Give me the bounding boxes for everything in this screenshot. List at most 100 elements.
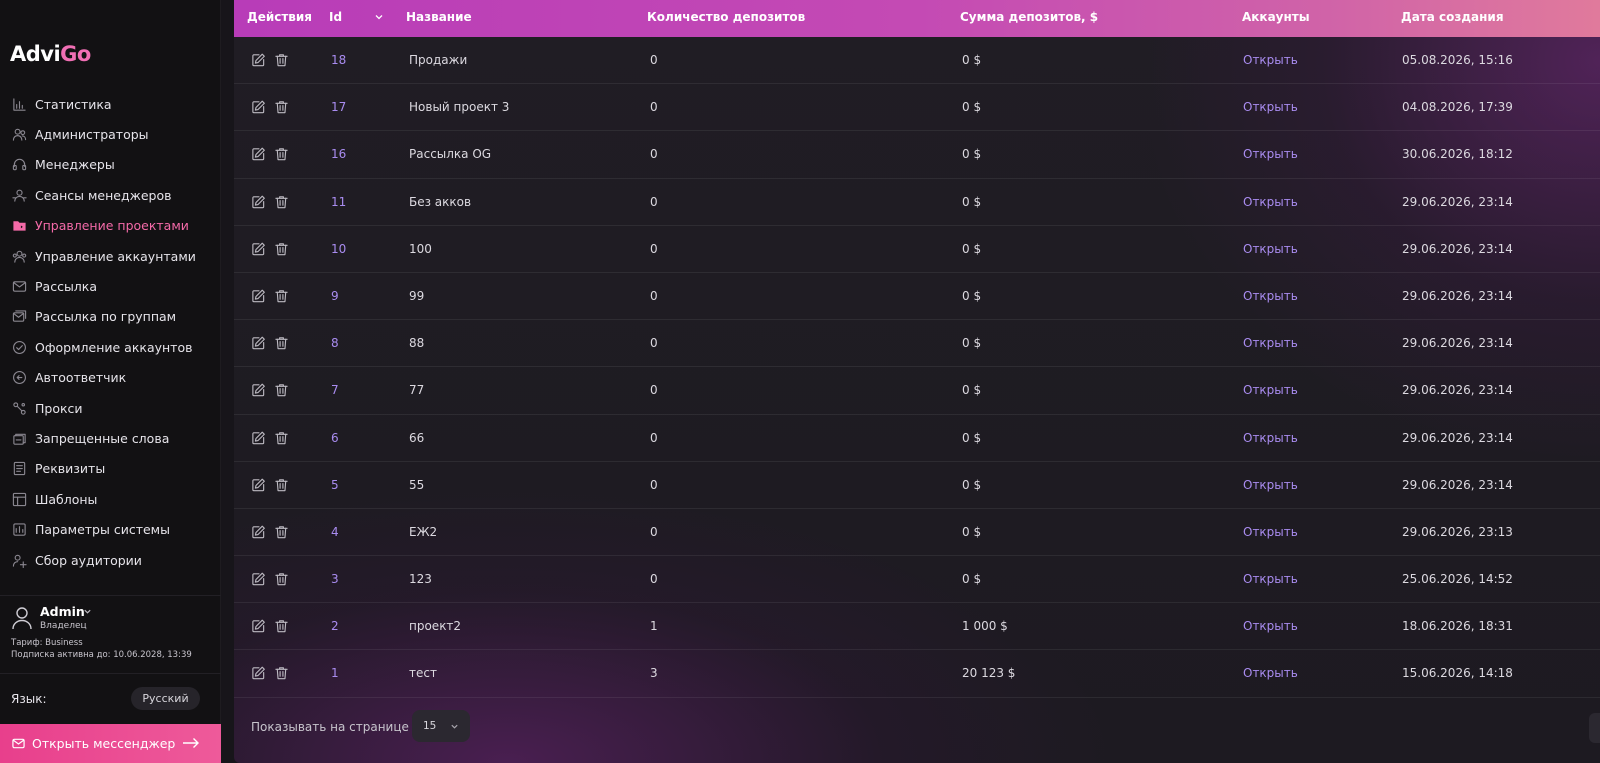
trash-icon[interactable]	[274, 194, 289, 210]
tariff-text: Тариф: Business	[11, 638, 83, 648]
sidebar-item-projects[interactable]: Управление проектами	[0, 211, 221, 241]
trash-icon[interactable]	[274, 335, 289, 351]
header-name[interactable]: Название	[406, 0, 472, 37]
open-accounts-link[interactable]: Открыть	[1243, 37, 1298, 83]
cell-id[interactable]: 5	[331, 462, 339, 508]
edit-icon[interactable]	[251, 665, 266, 681]
sort-chevron-down-icon[interactable]	[374, 12, 384, 22]
sidebar-item-sessions[interactable]: Сеансы менеджеров	[0, 180, 221, 210]
user-name[interactable]: Admin	[40, 604, 85, 619]
cell-id[interactable]: 6	[331, 415, 339, 461]
edit-icon[interactable]	[251, 146, 266, 162]
edit-icon[interactable]	[251, 524, 266, 540]
cell-id[interactable]: 1	[331, 650, 339, 696]
open-accounts-link[interactable]: Открыть	[1243, 226, 1298, 272]
open-accounts-link[interactable]: Открыть	[1243, 179, 1298, 225]
edit-icon[interactable]	[251, 241, 266, 257]
cell-created: 05.08.2026, 15:16	[1402, 53, 1513, 67]
page-size-select[interactable]: 15	[412, 710, 470, 742]
language-select[interactable]: Русский	[131, 687, 200, 710]
cell-id[interactable]: 4	[331, 509, 339, 555]
table-row: 6 66 0 0 $ Открыть 29.06.2026, 23:14	[234, 415, 1600, 462]
sidebar-item-chart[interactable]: Статистика	[0, 89, 221, 119]
cell-created: 29.06.2026, 23:14	[1402, 430, 1513, 445]
sidebar-item-accounts[interactable]: Управление аккаунтами	[0, 241, 221, 271]
cell-id[interactable]: 9	[331, 273, 339, 319]
edit-icon[interactable]	[251, 99, 266, 115]
cell-deposit-count: 1	[650, 619, 658, 634]
sidebar-item-headset[interactable]: Менеджеры	[0, 150, 221, 180]
sidebar-item-admins[interactable]: Администраторы	[0, 119, 221, 149]
cell-created: 25.06.2026, 14:52	[1402, 572, 1513, 587]
sidebar-item-settings[interactable]: Параметры системы	[0, 514, 221, 544]
edit-icon[interactable]	[251, 335, 266, 351]
edit-icon[interactable]	[251, 382, 266, 398]
sidebar-item-mailing[interactable]: Рассылка	[0, 271, 221, 301]
trash-icon[interactable]	[274, 52, 289, 68]
trash-icon[interactable]	[274, 430, 289, 446]
sidebar-item-forbidden-words[interactable]: Запрещенные слова	[0, 423, 221, 453]
open-accounts-link[interactable]: Открыть	[1243, 84, 1298, 130]
sidebar-item-label: Оформление аккаунтов	[35, 339, 193, 355]
open-accounts-link[interactable]: Открыть	[1243, 603, 1298, 649]
cell-deposit-count: 0	[650, 430, 658, 445]
open-accounts-link[interactable]: Открыть	[1243, 367, 1298, 413]
open-accounts-link[interactable]: Открыть	[1243, 462, 1298, 508]
open-accounts-link[interactable]: Открыть	[1243, 131, 1298, 177]
cell-created: 29.06.2026, 23:14	[1402, 336, 1513, 351]
trash-icon[interactable]	[274, 665, 289, 681]
open-accounts-link[interactable]: Открыть	[1243, 320, 1298, 366]
sidebar-item-audience[interactable]: Сбор аудитории	[0, 545, 221, 575]
user-avatar-icon[interactable]	[11, 606, 33, 630]
sidebar-item-group-mailing[interactable]: Рассылка по группам	[0, 302, 221, 332]
edit-icon[interactable]	[251, 477, 266, 493]
cell-id[interactable]: 2	[331, 603, 339, 649]
open-accounts-link[interactable]: Открыть	[1243, 650, 1298, 696]
trash-icon[interactable]	[274, 288, 289, 304]
open-messenger-button[interactable]: Открыть мессенджер	[0, 724, 221, 763]
sidebar-item-requisites[interactable]: Реквизиты	[0, 454, 221, 484]
cell-id[interactable]: 11	[331, 179, 346, 225]
cell-id[interactable]: 18	[331, 37, 346, 83]
chevron-down-icon[interactable]	[83, 607, 92, 616]
edit-icon[interactable]	[251, 430, 266, 446]
language-row: Язык: Русский	[0, 675, 221, 722]
cell-id[interactable]: 3	[331, 556, 339, 602]
table-row: 9 99 0 0 $ Открыть 29.06.2026, 23:14	[234, 273, 1600, 321]
open-accounts-link[interactable]: Открыть	[1243, 509, 1298, 555]
cell-id[interactable]: 7	[331, 367, 339, 413]
edit-icon[interactable]	[251, 618, 266, 634]
open-accounts-link[interactable]: Открыть	[1243, 273, 1298, 319]
edit-icon[interactable]	[251, 571, 266, 587]
trash-icon[interactable]	[274, 477, 289, 493]
edit-icon[interactable]	[251, 52, 266, 68]
edit-icon[interactable]	[251, 288, 266, 304]
cell-id[interactable]: 17	[331, 84, 346, 130]
cell-id[interactable]: 16	[331, 131, 346, 177]
cell-name: 99	[409, 288, 425, 303]
sidebar-item-autoreply[interactable]: Автоответчик	[0, 363, 221, 393]
trash-icon[interactable]	[274, 241, 289, 257]
table-row: 16 Рассылка OG 0 0 $ Открыть 30.06.2026, 18:1…	[234, 131, 1600, 179]
trash-icon[interactable]	[274, 618, 289, 634]
header-deposit-sum[interactable]: Сумма депозитов, $	[960, 0, 1098, 37]
edit-icon[interactable]	[251, 194, 266, 210]
sidebar-item-proxy[interactable]: Прокси	[0, 393, 221, 423]
open-accounts-link[interactable]: Открыть	[1243, 415, 1298, 461]
open-accounts-link[interactable]: Открыть	[1243, 556, 1298, 602]
header-created[interactable]: Дата создания	[1401, 0, 1504, 37]
scroll-handle[interactable]	[1589, 713, 1600, 743]
brand-logo[interactable]: AdviGo	[10, 42, 91, 66]
trash-icon[interactable]	[274, 571, 289, 587]
trash-icon[interactable]	[274, 382, 289, 398]
header-deposit-count[interactable]: Количество депозитов	[647, 0, 805, 37]
header-actions: Действия	[247, 10, 313, 24]
trash-icon[interactable]	[274, 146, 289, 162]
trash-icon[interactable]	[274, 524, 289, 540]
trash-icon[interactable]	[274, 99, 289, 115]
cell-id[interactable]: 8	[331, 320, 339, 366]
sidebar-item-templates[interactable]: Шаблоны	[0, 484, 221, 514]
sidebar-item-check-circle[interactable]: Оформление аккаунтов	[0, 332, 221, 362]
cell-id[interactable]: 10	[331, 226, 346, 272]
header-id[interactable]: Id	[329, 0, 342, 37]
